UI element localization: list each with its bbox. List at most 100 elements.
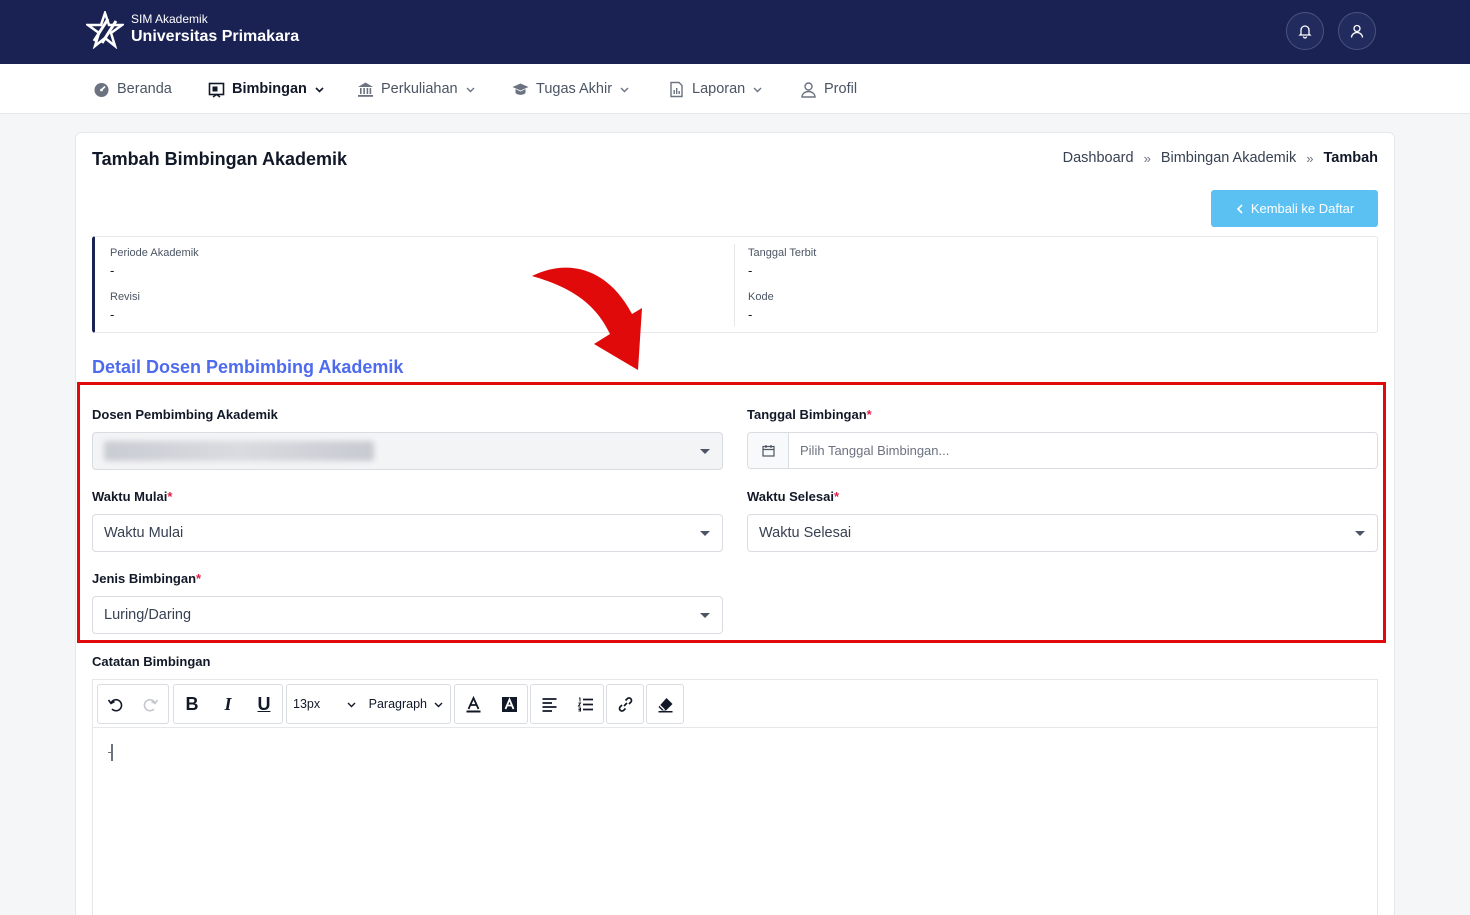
bell-icon xyxy=(1298,25,1312,39)
undo-button[interactable] xyxy=(98,685,133,723)
tanggal-placeholder: Pilih Tanggal Bimbingan... xyxy=(800,443,950,458)
breadcrumb: Dashboard » Bimbingan Akademik » Tambah xyxy=(1063,150,1378,166)
text-style-group: 13px Paragraph xyxy=(286,684,451,724)
user-icon xyxy=(801,81,816,98)
dosen-label-text: Dosen Pembimbing Akademik xyxy=(92,407,278,422)
waktu-mulai-select[interactable]: Waktu Mulai xyxy=(92,514,723,552)
user-icon xyxy=(1350,24,1364,38)
back-to-list-button[interactable]: Kembali ke Daftar xyxy=(1211,190,1378,227)
clear-format-button[interactable] xyxy=(647,685,683,723)
font-size-value: 13px xyxy=(293,697,321,711)
tanggal-terbit-value: - xyxy=(748,263,753,278)
text-color-button[interactable] xyxy=(455,685,491,723)
page-title: Tambah Bimbingan Akademik xyxy=(92,149,348,169)
breadcrumb-separator: » xyxy=(1143,150,1151,166)
notification-button[interactable] xyxy=(1286,12,1324,50)
jenis-label-text: Jenis Bimbingan xyxy=(92,571,197,586)
brand-title: Universitas Primakara xyxy=(131,28,300,45)
waktu-mulai-label-text: Waktu Mulai xyxy=(92,489,168,504)
bold-button[interactable]: B xyxy=(174,685,210,723)
tanggal-terbit-label: Tanggal Terbit xyxy=(748,247,817,259)
color-group xyxy=(454,684,528,724)
redo-icon xyxy=(143,698,159,711)
waktu-mulai-value: Waktu Mulai xyxy=(104,525,184,541)
background-color-button[interactable] xyxy=(491,685,527,723)
chevron-left-icon xyxy=(1236,203,1243,214)
italic-button[interactable]: I xyxy=(210,685,246,723)
nav-item-profil[interactable]: Profil xyxy=(800,64,857,114)
highlight-color-icon xyxy=(501,696,517,712)
redo-button[interactable] xyxy=(133,685,168,723)
jenis-label: Jenis Bimbingan* xyxy=(92,571,201,586)
breadcrumb-separator: » xyxy=(1306,150,1314,166)
chevron-down-icon xyxy=(347,702,356,707)
nav-label: Bimbingan xyxy=(232,81,307,97)
annotation-arrow xyxy=(532,267,642,370)
kode-value: - xyxy=(748,307,753,322)
breadcrumb-bimbingan-akademik[interactable]: Bimbingan Akademik xyxy=(1161,150,1296,166)
nav-label: Tugas Akhir xyxy=(536,81,613,97)
brand-subtitle: SIM Akademik xyxy=(131,12,208,26)
tanggal-date-picker[interactable]: Pilih Tanggal Bimbingan... xyxy=(747,432,1378,469)
required-mark: * xyxy=(167,489,173,504)
university-logo[interactable] xyxy=(86,11,124,49)
date-icon-box[interactable] xyxy=(748,433,789,468)
nav-item-perkuliahan[interactable]: Perkuliahan xyxy=(357,64,476,114)
revisi-label: Revisi xyxy=(110,291,140,303)
required-mark: * xyxy=(833,489,840,504)
caret-down-icon xyxy=(700,531,710,536)
dosen-select[interactable] xyxy=(92,432,723,470)
calendar-icon xyxy=(761,445,775,457)
waktu-selesai-label: Waktu Selesai* xyxy=(747,489,839,504)
text-cursor-tick xyxy=(108,752,112,753)
chevron-down-icon xyxy=(620,87,629,92)
caret-down-icon xyxy=(1355,531,1365,536)
underline-button[interactable]: U xyxy=(246,685,282,723)
breadcrumb-dashboard[interactable]: Dashboard xyxy=(1063,150,1134,166)
ordered-list-icon xyxy=(577,697,593,711)
kode-label: Kode xyxy=(748,291,774,303)
nav-item-bimbingan[interactable]: Bimbingan xyxy=(208,64,325,114)
ordered-list-button[interactable] xyxy=(567,685,603,723)
nav-item-tugas-akhir[interactable]: Tugas Akhir xyxy=(512,64,630,114)
align-button[interactable] xyxy=(531,685,567,723)
eraser-icon xyxy=(658,697,672,712)
waktu-selesai-select[interactable]: Waktu Selesai xyxy=(747,514,1378,552)
nav-item-laporan[interactable]: Laporan xyxy=(668,64,763,114)
link-icon xyxy=(618,696,632,712)
caret-down-icon xyxy=(700,613,710,618)
block-format-select[interactable]: Paragraph xyxy=(363,685,450,723)
catatan-editor: B I U 13px Paragraph xyxy=(92,679,1378,915)
waktu-selesai-value: Waktu Selesai xyxy=(759,525,852,541)
waktu-mulai-label: Waktu Mulai* xyxy=(92,489,172,504)
back-button-label: Kembali ke Daftar xyxy=(1250,201,1355,216)
nav-label: Profil xyxy=(824,81,858,97)
report-icon xyxy=(670,81,683,97)
graduation-cap-icon xyxy=(512,83,529,95)
align-left-icon xyxy=(542,697,556,712)
redacted-name xyxy=(104,441,374,461)
tanggal-label-text: Tanggal Bimbingan xyxy=(747,407,867,422)
required-mark: * xyxy=(866,407,872,422)
nav-label: Perkuliahan xyxy=(381,81,458,97)
section-title: Detail Dosen Pembimbing Akademik xyxy=(92,357,404,377)
chevron-down-icon xyxy=(466,87,475,92)
periode-label: Periode Akademik xyxy=(110,247,199,259)
format-group: B I U xyxy=(173,684,283,724)
document-info-box xyxy=(92,236,1378,333)
nav-label: Beranda xyxy=(117,81,172,97)
history-group xyxy=(97,684,169,724)
font-size-select[interactable]: 13px xyxy=(287,685,363,723)
text-color-icon xyxy=(466,695,480,712)
link-group xyxy=(606,684,644,724)
chevron-down-icon xyxy=(753,87,762,92)
info-divider xyxy=(734,244,735,326)
block-format-value: Paragraph xyxy=(368,697,427,711)
nav-item-beranda[interactable]: Beranda xyxy=(93,64,172,114)
board-icon xyxy=(208,82,225,98)
user-menu-button[interactable] xyxy=(1338,12,1376,50)
jenis-select[interactable]: Luring/Daring xyxy=(92,596,723,634)
link-button[interactable] xyxy=(607,685,643,723)
dosen-label: Dosen Pembimbing Akademik xyxy=(92,407,278,422)
dashboard-icon xyxy=(94,82,109,97)
